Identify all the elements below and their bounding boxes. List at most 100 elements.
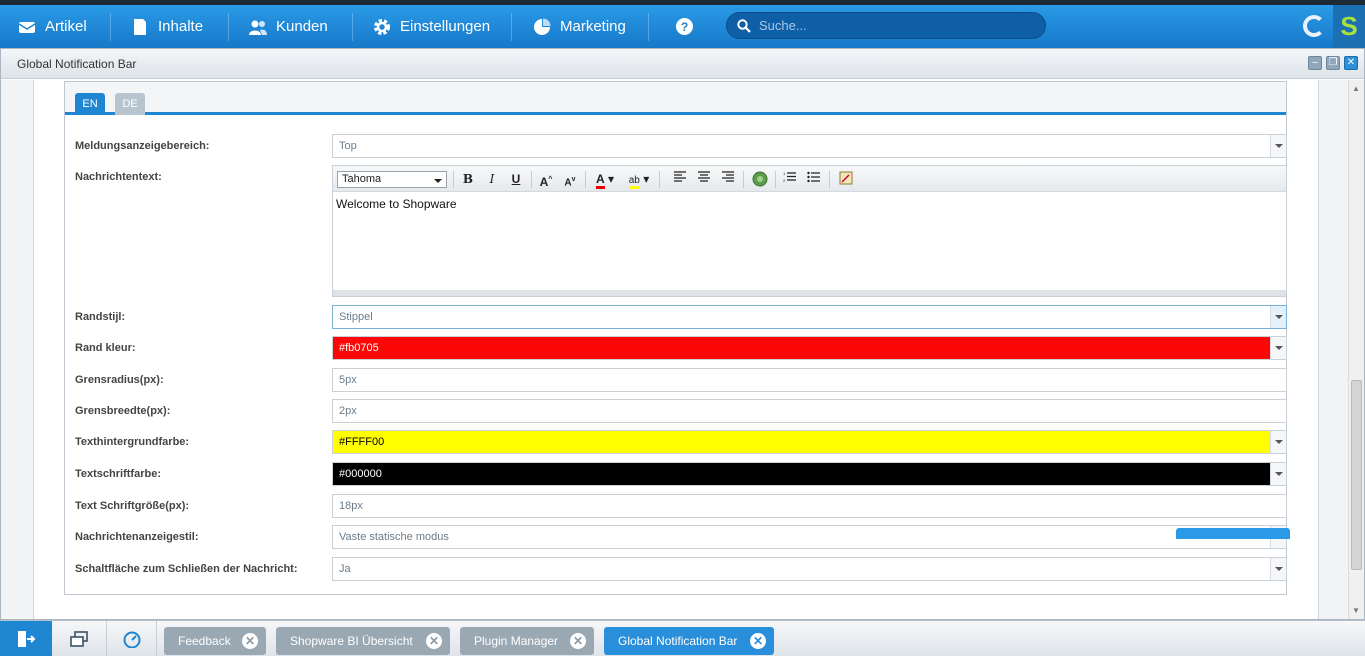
unordered-list-icon[interactable]: [805, 171, 823, 188]
border-radius-value: 5px: [339, 374, 357, 386]
window-title: Global Notification Bar: [17, 57, 137, 71]
shopware-s-logo-icon: S: [1333, 5, 1365, 48]
customers-icon: [249, 18, 267, 36]
source-edit-icon[interactable]: [837, 171, 855, 188]
close-icon[interactable]: ✕: [570, 633, 586, 649]
tab-de[interactable]: DE: [115, 93, 145, 115]
text-color-picker[interactable]: #000000: [332, 462, 1287, 486]
close-button-value: Ja: [339, 563, 351, 575]
tab-en[interactable]: EN: [75, 93, 105, 115]
window-header[interactable]: Global Notification Bar – ❐ ✕: [1, 49, 1364, 79]
ordered-list-icon[interactable]: 12: [781, 171, 799, 188]
scroll-down-icon[interactable]: ▼: [1352, 606, 1360, 615]
logout-icon: [18, 631, 36, 647]
task-label: Shopware BI Übersicht: [290, 634, 413, 648]
nav-label: Einstellungen: [400, 18, 491, 35]
language-tabs: EN DE: [65, 82, 1286, 115]
border-width-input[interactable]: 2px: [332, 399, 1287, 423]
border-color-picker[interactable]: #fb0705: [332, 336, 1287, 360]
nav-item-einstellungen[interactable]: Einstellungen: [373, 5, 490, 48]
task-shopware-bi[interactable]: Shopware BI Übersicht ✕: [276, 627, 450, 655]
nav-label: Artikel: [45, 18, 87, 35]
editor-resize-bar: [333, 290, 1286, 296]
font-size-label: Text Schriftgröße(px):: [75, 500, 190, 512]
font-color-icon[interactable]: A ▾: [591, 171, 619, 189]
close-icon[interactable]: ✕: [426, 633, 442, 649]
font-select[interactable]: Tahoma: [337, 171, 447, 188]
border-width-value: 2px: [339, 405, 357, 417]
chevron-down-icon[interactable]: [1270, 558, 1286, 580]
border-style-label: Randstijl:: [75, 311, 126, 323]
highlight-color-icon[interactable]: ab ▾: [625, 171, 653, 189]
close-window-button[interactable]: ✕: [1344, 56, 1358, 70]
shopware-logo-icon: [1303, 15, 1325, 37]
task-feedback[interactable]: Feedback ✕: [164, 627, 266, 655]
nav-label: Kunden: [276, 18, 328, 35]
editor-content[interactable]: Welcome to Shopware: [333, 192, 1286, 216]
taskbar: Feedback ✕ Shopware BI Übersicht ✕ Plugi…: [0, 620, 1365, 656]
text-bg-color-picker[interactable]: #FFFF00: [332, 430, 1287, 454]
font-size-input[interactable]: 18px: [332, 494, 1287, 518]
close-icon[interactable]: ✕: [242, 633, 258, 649]
insert-link-icon[interactable]: [751, 171, 769, 188]
font-size-value: 18px: [339, 500, 363, 512]
save-button[interactable]: [1176, 528, 1290, 539]
align-center-icon[interactable]: [695, 171, 713, 188]
area-value: Top: [339, 140, 357, 152]
logout-button[interactable]: [0, 621, 52, 656]
display-style-value: Vaste statische modus: [339, 531, 449, 543]
task-plugin-manager[interactable]: Plugin Manager ✕: [460, 627, 594, 655]
chevron-down-icon[interactable]: [1270, 135, 1286, 157]
scroll-up-icon[interactable]: ▲: [1352, 84, 1360, 93]
font-decrease-icon[interactable]: Av: [561, 171, 579, 188]
maximize-button[interactable]: ❐: [1326, 56, 1340, 70]
chevron-down-icon[interactable]: [1270, 463, 1286, 485]
minimize-button[interactable]: –: [1308, 56, 1322, 70]
border-radius-input[interactable]: 5px: [332, 368, 1287, 392]
close-icon[interactable]: ✕: [750, 633, 766, 649]
border-style-select[interactable]: Stippel: [332, 305, 1287, 329]
close-button-label: Schaltfläche zum Schließen der Nachricht…: [75, 563, 298, 575]
align-left-icon[interactable]: [671, 171, 689, 188]
text-color-value: #000000: [339, 468, 382, 480]
text-color-label: Textschriftfarbe:: [75, 468, 161, 480]
search-input[interactable]: [759, 18, 1029, 33]
message-editor: Tahoma B I U A^ Av A ▾ ab ▾ 1 2 Welcome …: [332, 165, 1287, 297]
module-window: Global Notification Bar – ❐ ✕ EN DE Meld…: [0, 48, 1365, 620]
top-navigation: Artikel Inhalte Kunden Einstellungen Mar…: [0, 0, 1365, 48]
area-select[interactable]: Top: [332, 134, 1287, 158]
content-icon: [131, 18, 149, 36]
nav-item-artikel[interactable]: Artikel: [18, 5, 87, 48]
font-increase-icon[interactable]: A^: [537, 171, 555, 189]
text-label: Nachrichtentext:: [75, 171, 162, 183]
vertical-scrollbar[interactable]: ▲ ▼: [1348, 80, 1364, 619]
settings-form: EN DE Meldungsanzeigebereich: Top Nachri…: [64, 81, 1287, 595]
bold-icon[interactable]: B: [459, 171, 477, 188]
chevron-down-icon[interactable]: [1270, 431, 1286, 453]
underline-icon[interactable]: U: [507, 171, 525, 188]
scroll-thumb[interactable]: [1351, 380, 1362, 570]
search-box[interactable]: [726, 12, 1046, 39]
task-label: Feedback: [178, 634, 231, 648]
editor-toolbar: Tahoma B I U A^ Av A ▾ ab ▾ 1 2: [333, 166, 1286, 192]
align-right-icon[interactable]: [719, 171, 737, 188]
svg-text:1: 1: [783, 171, 786, 176]
nav-item-marketing[interactable]: Marketing: [533, 5, 626, 48]
brand-area: S: [1293, 5, 1365, 48]
nav-item-inhalte[interactable]: Inhalte: [131, 5, 203, 48]
pie-chart-icon: [533, 18, 551, 36]
display-style-select[interactable]: Vaste statische modus: [332, 525, 1287, 549]
nav-item-kunden[interactable]: Kunden: [249, 5, 328, 48]
windows-icon[interactable]: [69, 630, 89, 648]
border-width-label: Grensbreedte(px):: [75, 405, 171, 417]
border-color-label: Rand kleur:: [75, 342, 136, 354]
italic-icon[interactable]: I: [483, 171, 501, 188]
chevron-down-icon[interactable]: [1270, 337, 1286, 359]
help-button[interactable]: ?: [676, 5, 693, 48]
close-button-select[interactable]: Ja: [332, 557, 1287, 581]
task-label: Global Notification Bar: [618, 634, 738, 648]
chevron-down-icon[interactable]: [1270, 306, 1286, 328]
border-radius-label: Grensradius(px):: [75, 374, 164, 386]
dashboard-icon[interactable]: [122, 630, 142, 648]
task-global-notification-bar[interactable]: Global Notification Bar ✕: [604, 627, 774, 655]
